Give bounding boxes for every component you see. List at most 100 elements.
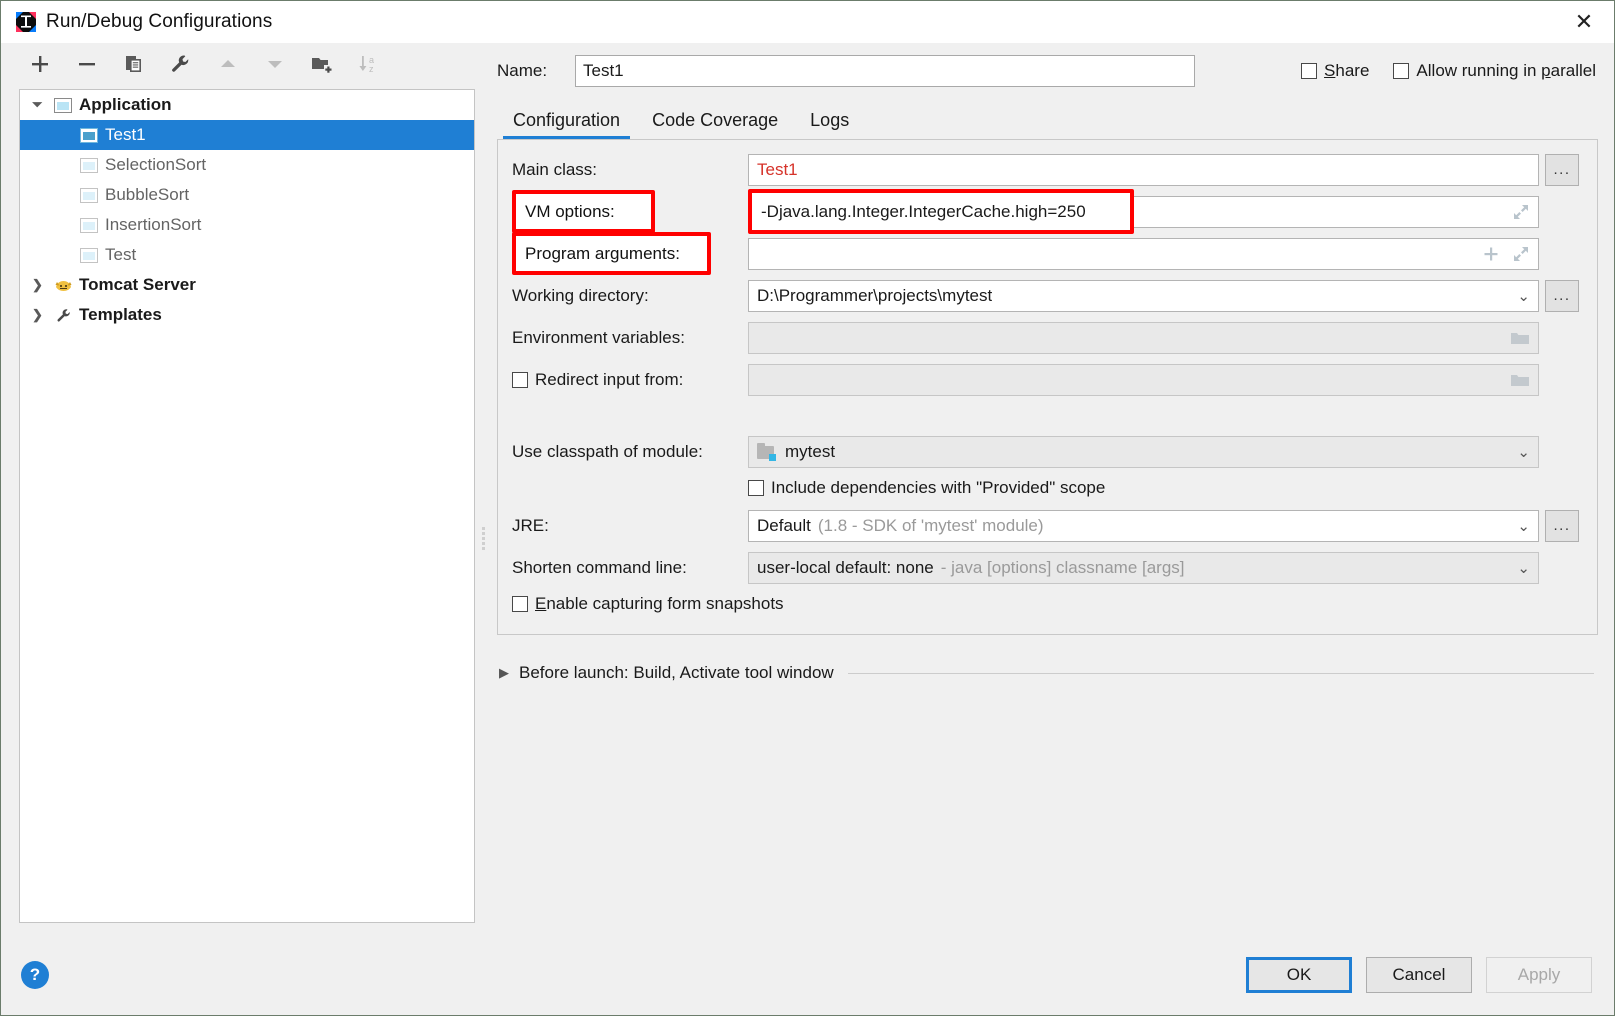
redirect-input-label: Redirect input from: — [512, 370, 748, 390]
folder-add-icon[interactable] — [309, 51, 335, 77]
chevron-right-icon[interactable]: ❯ — [32, 307, 54, 323]
jre-browse-button[interactable]: ... — [1545, 510, 1579, 542]
redirect-input-field[interactable] — [748, 364, 1539, 396]
tree-node-label: InsertionSort — [105, 215, 202, 234]
chevron-down-icon[interactable]: ⏷ — [32, 97, 54, 113]
shorten-command-line-hint: - java [options] classname [args] — [940, 558, 1185, 577]
main-class-row: Main class: Test1 ... — [512, 154, 1579, 186]
chevron-down-icon[interactable]: ⌄ — [1509, 287, 1530, 305]
folder-icon[interactable] — [1502, 330, 1530, 346]
shorten-command-line-select[interactable]: user-local default: none - java [options… — [748, 552, 1539, 584]
tomcat-cat-icon — [54, 278, 72, 293]
share-label: Share — [1324, 61, 1370, 80]
checkbox-box[interactable] — [1301, 63, 1318, 79]
checkbox-box[interactable] — [1393, 63, 1410, 79]
configuration-editor-panel: Name: Test1 Share Allow running in paral… — [489, 43, 1614, 935]
form-snapshots-row: Enable capturing form snapshots — [512, 594, 1579, 614]
close-icon[interactable]: ✕ — [1554, 1, 1614, 43]
remove-configuration-button[interactable] — [74, 51, 100, 77]
checkbox-box[interactable] — [748, 480, 764, 496]
program-arguments-add-icon[interactable] — [1482, 245, 1500, 263]
vm-options-row: VM options: -Djava.lang.Integer.IntegerC… — [512, 189, 1579, 234]
jre-hint: (1.8 - SDK of 'mytest' module) — [817, 516, 1044, 535]
working-directory-input[interactable]: D:\Programmer\projects\mytest ⌄ — [748, 280, 1539, 312]
form-spacer — [512, 406, 1579, 436]
program-arguments-expand-icon[interactable] — [1512, 245, 1530, 263]
classpath-module-select[interactable]: mytest ⌄ — [748, 436, 1539, 468]
working-directory-value: D:\Programmer\projects\mytest — [757, 286, 993, 305]
vm-options-label-annotation: VM options: — [512, 190, 655, 233]
vm-options-expand-icon[interactable] — [1504, 203, 1530, 221]
dialog-footer: ? OK Cancel Apply — [1, 935, 1614, 1015]
classpath-module-value: mytest — [785, 442, 836, 461]
vm-options-value-annotation: -Djava.lang.Integer.IntegerCache.high=25… — [748, 189, 1134, 234]
working-directory-browse-button[interactable]: ... — [1545, 280, 1579, 312]
name-input-value: Test1 — [583, 61, 624, 80]
application-icon — [80, 217, 98, 233]
add-configuration-button[interactable] — [27, 51, 53, 77]
working-directory-label: Working directory: — [512, 286, 649, 305]
environment-variables-input[interactable] — [748, 322, 1539, 354]
main-class-input[interactable]: Test1 — [748, 154, 1539, 186]
wrench-icon[interactable] — [168, 51, 194, 77]
tree-node-application[interactable]: ⏷ Application — [20, 90, 474, 120]
checkbox-box[interactable] — [512, 596, 528, 612]
include-provided-label: Include dependencies with "Provided" sco… — [771, 478, 1106, 497]
redirect-input-label-text: Redirect input from: — [535, 370, 684, 389]
tree-node-label: Test — [105, 245, 137, 264]
tree-node-tomcat-server[interactable]: ❯ Tomcat Server — [20, 270, 474, 300]
folder-icon[interactable] — [1502, 372, 1530, 388]
tree-node-label: Tomcat Server — [79, 275, 196, 294]
main-class-browse-button[interactable]: ... — [1545, 154, 1579, 186]
triangle-right-icon[interactable]: ▶ — [499, 665, 509, 681]
redirect-input-checkbox[interactable]: Redirect input from: — [512, 370, 748, 390]
tree-node-insertionsort[interactable]: InsertionSort — [20, 210, 474, 240]
chevron-right-icon[interactable]: ❯ — [32, 277, 54, 293]
ok-button[interactable]: OK — [1246, 957, 1352, 993]
chevron-down-icon[interactable]: ⌄ — [1509, 443, 1530, 461]
dialog-body: a z ⏷ Application Test1 SelectionSort Bu… — [1, 43, 1614, 1015]
cancel-button[interactable]: Cancel — [1366, 957, 1472, 993]
include-provided-checkbox[interactable]: Include dependencies with "Provided" sco… — [748, 478, 1105, 498]
configurations-toolbar: a z — [1, 43, 479, 85]
splitter-grip[interactable] — [482, 525, 486, 551]
copy-icon[interactable] — [121, 51, 147, 77]
title-bar: Run/Debug Configurations ✕ — [1, 1, 1614, 43]
tree-node-test1[interactable]: Test1 — [20, 120, 474, 150]
vm-options-label-text: VM options: — [525, 201, 615, 221]
program-arguments-icons — [1474, 245, 1530, 263]
configuration-form: Main class: Test1 ... VM options: -Djava… — [497, 140, 1598, 635]
jre-value: Default — [757, 516, 811, 535]
configurations-tree[interactable]: ⏷ Application Test1 SelectionSort Bubble… — [19, 89, 475, 923]
jre-select[interactable]: Default (1.8 - SDK of 'mytest' module) ⌄ — [748, 510, 1539, 542]
tab-code-coverage[interactable]: Code Coverage — [636, 110, 794, 139]
tree-node-templates[interactable]: ❯ Templates — [20, 300, 474, 330]
tab-configuration[interactable]: Configuration — [497, 110, 636, 139]
sort-az-icon: a z — [356, 51, 382, 77]
application-icon — [80, 247, 98, 263]
share-checkbox[interactable]: Share — [1301, 61, 1369, 81]
tab-logs[interactable]: Logs — [794, 110, 865, 139]
program-arguments-input[interactable] — [748, 238, 1539, 270]
main-class-value: Test1 — [757, 160, 798, 179]
form-snapshots-checkbox[interactable]: Enable capturing form snapshots — [512, 594, 784, 614]
panel-splitter[interactable] — [479, 43, 489, 935]
checkbox-box[interactable] — [512, 372, 528, 388]
allow-parallel-checkbox[interactable]: Allow running in parallel — [1393, 61, 1596, 81]
run-debug-configurations-dialog: Run/Debug Configurations ✕ a z ⏷ Applica… — [0, 0, 1615, 1016]
vm-options-value-text: -Djava.lang.Integer.IntegerCache.high=25… — [761, 201, 1086, 221]
redirect-input-row: Redirect input from: — [512, 364, 1579, 396]
editor-tabs: Configuration Code Coverage Logs — [489, 99, 1598, 139]
chevron-down-icon[interactable]: ⌄ — [1509, 559, 1530, 577]
name-input[interactable]: Test1 — [575, 55, 1195, 87]
svg-text:z: z — [369, 64, 374, 74]
shorten-command-line-row: Shorten command line: user-local default… — [512, 552, 1579, 584]
tree-node-selectionsort[interactable]: SelectionSort — [20, 150, 474, 180]
tree-node-bubblesort[interactable]: BubbleSort — [20, 180, 474, 210]
tree-node-test[interactable]: Test — [20, 240, 474, 270]
main-area: a z ⏷ Application Test1 SelectionSort Bu… — [1, 43, 1614, 935]
chevron-down-icon[interactable]: ⌄ — [1509, 517, 1530, 535]
help-button[interactable]: ? — [21, 961, 49, 989]
before-launch-section[interactable]: ▶ Before launch: Build, Activate tool wi… — [499, 663, 1598, 683]
program-arguments-row: Program arguments: — [512, 232, 1579, 275]
